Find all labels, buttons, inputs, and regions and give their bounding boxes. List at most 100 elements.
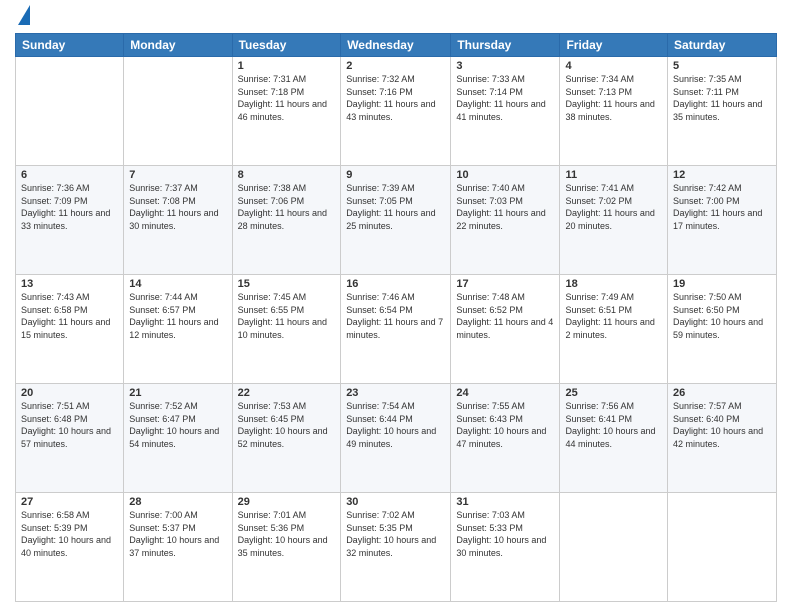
day-cell: 6Sunrise: 7:36 AMSunset: 7:09 PMDaylight… (16, 166, 124, 275)
day-cell: 2Sunrise: 7:32 AMSunset: 7:16 PMDaylight… (341, 57, 451, 166)
week-row-1: 1Sunrise: 7:31 AMSunset: 7:18 PMDaylight… (16, 57, 777, 166)
day-cell: 24Sunrise: 7:55 AMSunset: 6:43 PMDayligh… (451, 384, 560, 493)
day-number: 5 (673, 60, 771, 72)
calendar-header-row: SundayMondayTuesdayWednesdayThursdayFrid… (16, 34, 777, 57)
day-cell: 11Sunrise: 7:41 AMSunset: 7:02 PMDayligh… (560, 166, 668, 275)
day-number: 9 (346, 169, 445, 181)
day-number: 12 (673, 169, 771, 181)
day-info: Sunrise: 7:55 AMSunset: 6:43 PMDaylight:… (456, 400, 554, 450)
day-info: Sunrise: 7:01 AMSunset: 5:36 PMDaylight:… (238, 509, 336, 559)
day-number: 18 (565, 278, 662, 290)
col-header-thursday: Thursday (451, 34, 560, 57)
day-cell: 7Sunrise: 7:37 AMSunset: 7:08 PMDaylight… (124, 166, 232, 275)
logo (15, 10, 30, 25)
day-number: 10 (456, 169, 554, 181)
day-number: 25 (565, 387, 662, 399)
day-number: 21 (129, 387, 226, 399)
day-info: Sunrise: 7:02 AMSunset: 5:35 PMDaylight:… (346, 509, 445, 559)
day-cell: 9Sunrise: 7:39 AMSunset: 7:05 PMDaylight… (341, 166, 451, 275)
day-info: Sunrise: 7:53 AMSunset: 6:45 PMDaylight:… (238, 400, 336, 450)
col-header-saturday: Saturday (668, 34, 777, 57)
day-info: Sunrise: 7:41 AMSunset: 7:02 PMDaylight:… (565, 182, 662, 232)
day-cell: 13Sunrise: 7:43 AMSunset: 6:58 PMDayligh… (16, 275, 124, 384)
day-info: Sunrise: 7:31 AMSunset: 7:18 PMDaylight:… (238, 73, 336, 123)
day-cell: 23Sunrise: 7:54 AMSunset: 6:44 PMDayligh… (341, 384, 451, 493)
day-cell: 10Sunrise: 7:40 AMSunset: 7:03 PMDayligh… (451, 166, 560, 275)
day-info: Sunrise: 7:39 AMSunset: 7:05 PMDaylight:… (346, 182, 445, 232)
day-info: Sunrise: 7:38 AMSunset: 7:06 PMDaylight:… (238, 182, 336, 232)
day-cell: 8Sunrise: 7:38 AMSunset: 7:06 PMDaylight… (232, 166, 341, 275)
day-info: Sunrise: 7:37 AMSunset: 7:08 PMDaylight:… (129, 182, 226, 232)
day-number: 31 (456, 496, 554, 508)
day-cell: 4Sunrise: 7:34 AMSunset: 7:13 PMDaylight… (560, 57, 668, 166)
day-info: Sunrise: 7:57 AMSunset: 6:40 PMDaylight:… (673, 400, 771, 450)
day-cell (668, 493, 777, 602)
day-info: Sunrise: 7:33 AMSunset: 7:14 PMDaylight:… (456, 73, 554, 123)
day-number: 22 (238, 387, 336, 399)
day-info: Sunrise: 7:03 AMSunset: 5:33 PMDaylight:… (456, 509, 554, 559)
day-number: 20 (21, 387, 118, 399)
day-cell: 15Sunrise: 7:45 AMSunset: 6:55 PMDayligh… (232, 275, 341, 384)
day-number: 13 (21, 278, 118, 290)
day-info: Sunrise: 7:42 AMSunset: 7:00 PMDaylight:… (673, 182, 771, 232)
day-cell: 27Sunrise: 6:58 AMSunset: 5:39 PMDayligh… (16, 493, 124, 602)
day-number: 16 (346, 278, 445, 290)
col-header-wednesday: Wednesday (341, 34, 451, 57)
day-cell: 22Sunrise: 7:53 AMSunset: 6:45 PMDayligh… (232, 384, 341, 493)
logo-triangle-icon (18, 5, 30, 25)
day-cell: 31Sunrise: 7:03 AMSunset: 5:33 PMDayligh… (451, 493, 560, 602)
day-number: 27 (21, 496, 118, 508)
day-number: 23 (346, 387, 445, 399)
day-cell: 14Sunrise: 7:44 AMSunset: 6:57 PMDayligh… (124, 275, 232, 384)
day-number: 4 (565, 60, 662, 72)
day-number: 26 (673, 387, 771, 399)
day-info: Sunrise: 7:46 AMSunset: 6:54 PMDaylight:… (346, 291, 445, 341)
day-number: 30 (346, 496, 445, 508)
day-info: Sunrise: 7:45 AMSunset: 6:55 PMDaylight:… (238, 291, 336, 341)
day-info: Sunrise: 7:40 AMSunset: 7:03 PMDaylight:… (456, 182, 554, 232)
col-header-sunday: Sunday (16, 34, 124, 57)
calendar-page: SundayMondayTuesdayWednesdayThursdayFrid… (0, 0, 792, 612)
day-info: Sunrise: 7:56 AMSunset: 6:41 PMDaylight:… (565, 400, 662, 450)
day-cell: 3Sunrise: 7:33 AMSunset: 7:14 PMDaylight… (451, 57, 560, 166)
day-cell: 30Sunrise: 7:02 AMSunset: 5:35 PMDayligh… (341, 493, 451, 602)
day-cell: 17Sunrise: 7:48 AMSunset: 6:52 PMDayligh… (451, 275, 560, 384)
col-header-tuesday: Tuesday (232, 34, 341, 57)
day-cell: 1Sunrise: 7:31 AMSunset: 7:18 PMDaylight… (232, 57, 341, 166)
header (15, 10, 777, 25)
day-cell: 29Sunrise: 7:01 AMSunset: 5:36 PMDayligh… (232, 493, 341, 602)
day-info: Sunrise: 7:50 AMSunset: 6:50 PMDaylight:… (673, 291, 771, 341)
day-number: 29 (238, 496, 336, 508)
day-number: 15 (238, 278, 336, 290)
day-number: 17 (456, 278, 554, 290)
col-header-friday: Friday (560, 34, 668, 57)
day-info: Sunrise: 7:54 AMSunset: 6:44 PMDaylight:… (346, 400, 445, 450)
day-number: 28 (129, 496, 226, 508)
col-header-monday: Monday (124, 34, 232, 57)
day-info: Sunrise: 7:43 AMSunset: 6:58 PMDaylight:… (21, 291, 118, 341)
day-number: 2 (346, 60, 445, 72)
day-number: 19 (673, 278, 771, 290)
day-number: 24 (456, 387, 554, 399)
calendar-table: SundayMondayTuesdayWednesdayThursdayFrid… (15, 33, 777, 602)
day-cell: 28Sunrise: 7:00 AMSunset: 5:37 PMDayligh… (124, 493, 232, 602)
day-info: Sunrise: 7:51 AMSunset: 6:48 PMDaylight:… (21, 400, 118, 450)
day-info: Sunrise: 7:48 AMSunset: 6:52 PMDaylight:… (456, 291, 554, 341)
day-info: Sunrise: 7:35 AMSunset: 7:11 PMDaylight:… (673, 73, 771, 123)
week-row-3: 13Sunrise: 7:43 AMSunset: 6:58 PMDayligh… (16, 275, 777, 384)
day-number: 14 (129, 278, 226, 290)
day-cell: 21Sunrise: 7:52 AMSunset: 6:47 PMDayligh… (124, 384, 232, 493)
day-number: 3 (456, 60, 554, 72)
day-info: Sunrise: 7:44 AMSunset: 6:57 PMDaylight:… (129, 291, 226, 341)
day-number: 6 (21, 169, 118, 181)
day-info: Sunrise: 7:36 AMSunset: 7:09 PMDaylight:… (21, 182, 118, 232)
day-cell: 26Sunrise: 7:57 AMSunset: 6:40 PMDayligh… (668, 384, 777, 493)
day-info: Sunrise: 7:00 AMSunset: 5:37 PMDaylight:… (129, 509, 226, 559)
day-info: Sunrise: 6:58 AMSunset: 5:39 PMDaylight:… (21, 509, 118, 559)
day-cell: 18Sunrise: 7:49 AMSunset: 6:51 PMDayligh… (560, 275, 668, 384)
day-cell: 5Sunrise: 7:35 AMSunset: 7:11 PMDaylight… (668, 57, 777, 166)
day-cell: 16Sunrise: 7:46 AMSunset: 6:54 PMDayligh… (341, 275, 451, 384)
day-info: Sunrise: 7:34 AMSunset: 7:13 PMDaylight:… (565, 73, 662, 123)
day-cell (124, 57, 232, 166)
day-cell (16, 57, 124, 166)
